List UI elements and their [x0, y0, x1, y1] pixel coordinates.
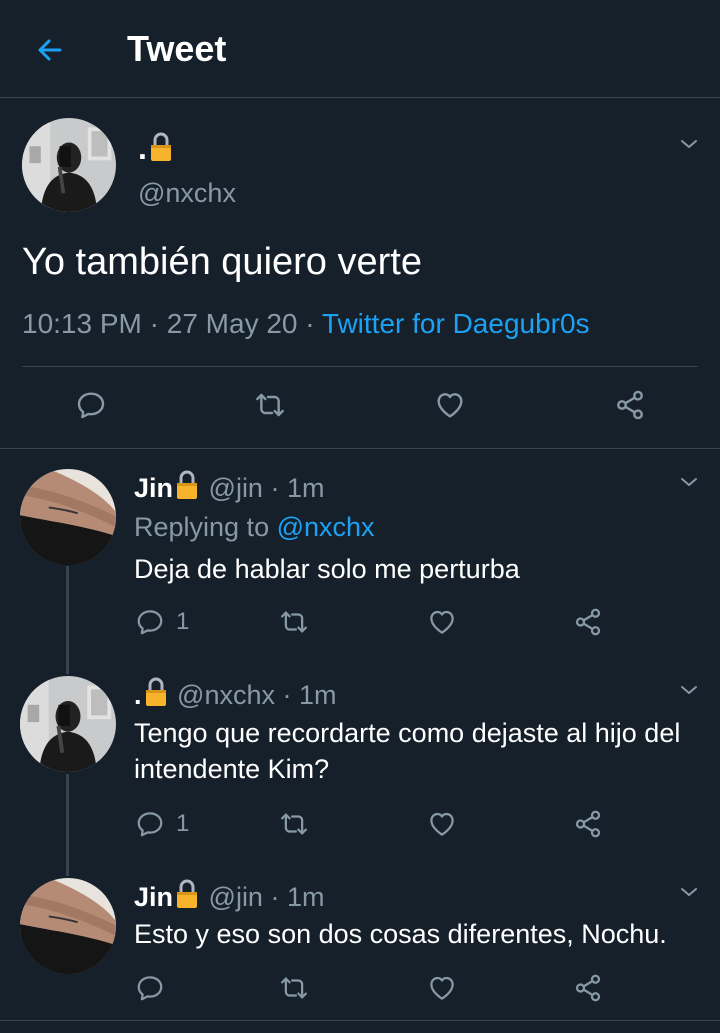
- author-handle[interactable]: @jin: [209, 882, 263, 912]
- avatar[interactable]: [20, 676, 116, 772]
- thread-connector: [66, 774, 69, 876]
- divider: [22, 366, 698, 367]
- reply-author-line[interactable]: Jin @jin · 1m: [134, 879, 324, 913]
- reply-icon: [134, 973, 166, 1003]
- reply-time: · 1m: [282, 680, 337, 710]
- author-name[interactable]: Jin: [134, 473, 173, 503]
- chevron-down-icon[interactable]: [677, 132, 701, 156]
- lock-icon: [149, 132, 173, 162]
- divider: [0, 1020, 720, 1021]
- retweet-icon[interactable]: [276, 973, 312, 1003]
- share-icon[interactable]: [572, 809, 604, 839]
- reply-author-line[interactable]: Jin @jin · 1m: [134, 470, 324, 504]
- author-name[interactable]: .: [138, 130, 175, 167]
- heart-icon[interactable]: [433, 389, 467, 421]
- tweet-date: 27 May 20: [166, 308, 298, 339]
- mention-link[interactable]: @nxchx: [277, 512, 375, 542]
- tweet-metadata: 10:13 PM · 27 May 20 · Twitter for Daegu…: [22, 308, 590, 340]
- reply-button[interactable]: [134, 973, 176, 1003]
- avatar[interactable]: [20, 469, 116, 565]
- reply-icon[interactable]: [75, 389, 107, 421]
- replying-label: Replying to: [134, 512, 270, 542]
- back-arrow-icon[interactable]: [30, 30, 70, 70]
- reply-count: 1: [176, 810, 190, 837]
- reply-icon: [134, 809, 166, 839]
- avatar[interactable]: [22, 118, 116, 212]
- share-icon[interactable]: [613, 389, 647, 421]
- heart-icon[interactable]: [426, 973, 458, 1003]
- reply-text: Esto y eso son dos cosas diferentes, Noc…: [134, 919, 667, 949]
- tweet-client-link[interactable]: Twitter for Daegubr0s: [322, 308, 590, 339]
- retweet-icon[interactable]: [276, 809, 312, 839]
- author-handle[interactable]: @nxchx: [177, 680, 275, 710]
- thread-connector: [66, 566, 69, 674]
- page-title: Tweet: [127, 28, 227, 69]
- top-app-bar: Tweet: [0, 0, 720, 98]
- reply-count: 1: [176, 608, 190, 635]
- reply-time: · 1m: [270, 882, 325, 912]
- lock-icon: [175, 879, 199, 909]
- retweet-icon[interactable]: [251, 389, 289, 421]
- replying-to: Replying to @nxchx: [134, 512, 375, 543]
- separator: ·: [305, 308, 315, 339]
- avatar[interactable]: [20, 878, 116, 974]
- chevron-down-icon[interactable]: [677, 470, 701, 494]
- retweet-icon[interactable]: [276, 607, 312, 637]
- share-icon[interactable]: [572, 973, 604, 1003]
- heart-icon[interactable]: [426, 809, 458, 839]
- author-handle[interactable]: @nxchx: [138, 178, 236, 209]
- author-name[interactable]: .: [134, 680, 142, 710]
- reply-time: · 1m: [270, 473, 325, 503]
- reply-author-line[interactable]: . @nxchx · 1m: [134, 677, 337, 711]
- author-handle[interactable]: @jin: [209, 473, 263, 503]
- heart-icon[interactable]: [426, 607, 458, 637]
- reply-button[interactable]: 1: [134, 809, 189, 839]
- lock-icon: [144, 677, 168, 707]
- separator: ·: [149, 308, 159, 339]
- reply-button[interactable]: 1: [134, 607, 189, 637]
- tweet-text: Yo también quiero verte: [22, 241, 422, 283]
- share-icon[interactable]: [572, 607, 604, 637]
- lock-icon: [175, 470, 199, 500]
- chevron-down-icon[interactable]: [677, 678, 701, 702]
- tweet-time: 10:13 PM: [22, 308, 142, 339]
- author-name[interactable]: Jin: [134, 882, 173, 912]
- divider: [0, 448, 720, 449]
- reply-text: Deja de hablar solo me perturba: [134, 554, 520, 584]
- chevron-down-icon[interactable]: [677, 880, 701, 904]
- reply-text: Tengo que recordarte como dejaste al hij…: [134, 718, 681, 784]
- reply-icon: [134, 607, 166, 637]
